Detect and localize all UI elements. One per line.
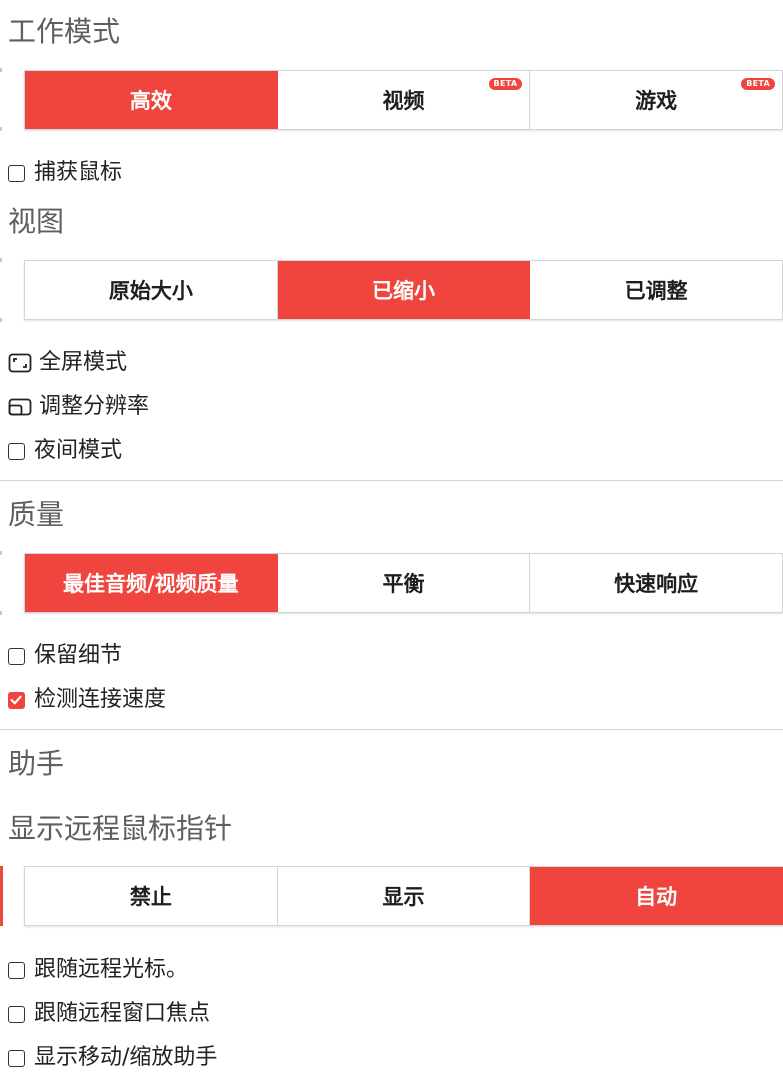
detect-connection-speed-label: 检测连接速度 [34, 687, 167, 712]
quality-selector: 最佳音频/视频质量 平衡 快速响应 [24, 553, 783, 613]
work-mode-video-label: 视频 [382, 89, 425, 113]
section-title-view: 视图 [8, 205, 65, 238]
section-marker [0, 611, 2, 615]
beta-badge: BETA [488, 78, 523, 90]
remote-pointer-auto-button[interactable]: 自动 [530, 867, 783, 925]
section-marker [0, 127, 2, 131]
checkbox-box[interactable] [8, 961, 25, 979]
section-title-remote-pointer: 显示远程鼠标指针 [8, 812, 233, 845]
capture-mouse-checkbox[interactable]: 捕获鼠标 [8, 162, 122, 184]
remote-pointer-disable-label: 禁止 [129, 885, 172, 909]
quality-fast-label: 快速响应 [614, 572, 699, 596]
view-shrunk-label: 已缩小 [372, 279, 435, 303]
work-mode-selector: 高效 视频 BETA 游戏 BETA [24, 70, 783, 130]
section-title-assistant: 助手 [8, 747, 65, 780]
fullscreen-label: 全屏模式 [39, 350, 128, 375]
view-shrunk-button[interactable]: 已缩小 [277, 261, 531, 319]
work-mode-game-label: 游戏 [635, 89, 678, 113]
adjust-resolution-label: 调整分辨率 [39, 394, 150, 419]
section-title-quality: 质量 [8, 498, 65, 531]
view-stretched-button[interactable]: 已调整 [530, 261, 783, 319]
checkbox-box[interactable] [8, 647, 25, 665]
checkmark-icon [10, 695, 22, 704]
resize-window-icon [8, 397, 32, 417]
section-divider [0, 480, 783, 481]
show-move-zoom-helper-label: 显示移动/缩放助手 [34, 1045, 218, 1070]
remote-pointer-disable-button[interactable]: 禁止 [25, 867, 278, 925]
checkbox-box[interactable] [8, 164, 25, 182]
work-mode-efficient-label: 高效 [129, 89, 172, 113]
capture-mouse-label: 捕获鼠标 [34, 160, 123, 185]
section-marker-active [0, 866, 3, 926]
quality-best-button[interactable]: 最佳音频/视频质量 [25, 554, 278, 612]
view-selector: 原始大小 已缩小 已调整 [24, 260, 783, 320]
remote-pointer-show-label: 显示 [382, 885, 425, 909]
section-marker [0, 318, 2, 322]
quality-fast-button[interactable]: 快速响应 [530, 554, 783, 612]
section-marker [0, 551, 2, 555]
night-mode-label: 夜间模式 [34, 438, 123, 463]
view-stretched-label: 已调整 [624, 279, 688, 303]
keep-details-label: 保留细节 [34, 643, 123, 668]
view-original-size-button[interactable]: 原始大小 [25, 261, 278, 319]
night-mode-checkbox[interactable]: 夜间模式 [8, 440, 122, 462]
detect-connection-speed-checkbox[interactable]: 检测连接速度 [8, 689, 166, 711]
adjust-resolution-menu-item[interactable]: 调整分辨率 [8, 396, 149, 418]
checkbox-box[interactable] [8, 442, 25, 460]
section-title-work-mode: 工作模式 [8, 15, 121, 48]
follow-remote-cursor-label: 跟随远程光标。 [34, 957, 189, 982]
remote-pointer-show-button[interactable]: 显示 [277, 867, 531, 925]
follow-remote-window-focus-checkbox[interactable]: 跟随远程窗口焦点 [8, 1003, 210, 1025]
section-marker [0, 68, 2, 72]
quality-balanced-button[interactable]: 平衡 [277, 554, 531, 612]
beta-badge: BETA [741, 78, 776, 90]
work-mode-efficient-button[interactable]: 高效 [25, 71, 278, 129]
work-mode-video-button[interactable]: 视频 BETA [277, 71, 531, 129]
keep-details-checkbox[interactable]: 保留细节 [8, 645, 122, 667]
quality-best-label: 最佳音频/视频质量 [63, 572, 239, 596]
fullscreen-icon [8, 353, 32, 373]
follow-remote-cursor-checkbox[interactable]: 跟随远程光标。 [8, 959, 188, 981]
remote-pointer-auto-label: 自动 [635, 885, 678, 909]
section-marker [0, 258, 2, 262]
checkbox-box[interactable] [8, 1049, 25, 1067]
view-original-size-label: 原始大小 [108, 279, 193, 303]
checkbox-box-checked[interactable] [8, 691, 25, 709]
checkbox-box[interactable] [8, 1005, 25, 1023]
show-move-zoom-helper-checkbox[interactable]: 显示移动/缩放助手 [8, 1047, 217, 1069]
follow-remote-window-focus-label: 跟随远程窗口焦点 [34, 1001, 211, 1026]
quality-balanced-label: 平衡 [382, 572, 425, 596]
work-mode-game-button[interactable]: 游戏 BETA [530, 71, 783, 129]
fullscreen-menu-item[interactable]: 全屏模式 [8, 352, 127, 374]
section-divider [0, 729, 783, 730]
remote-pointer-selector: 禁止 显示 自动 [24, 866, 783, 926]
